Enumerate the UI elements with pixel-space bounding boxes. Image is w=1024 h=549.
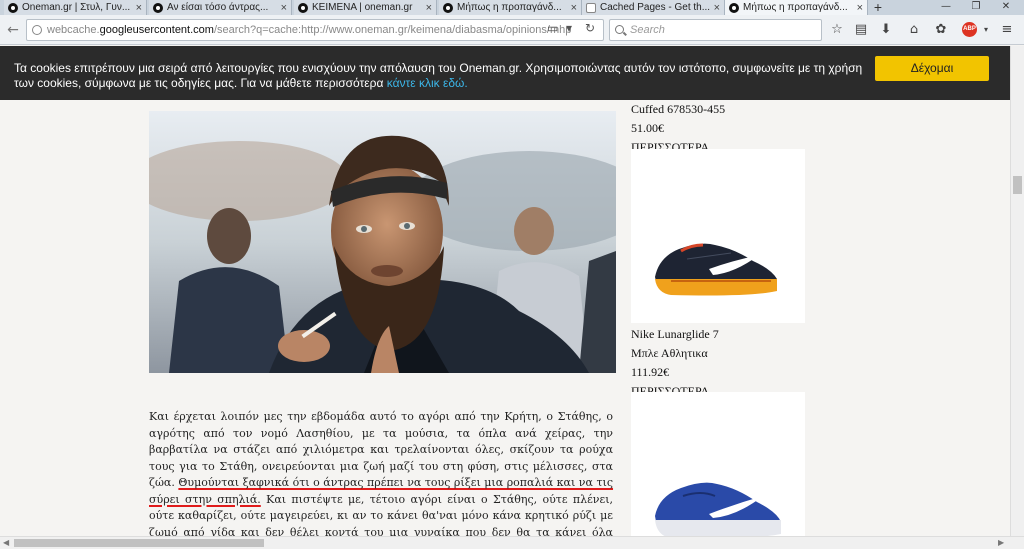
cache-page-icon [586, 2, 596, 13]
tab-5[interactable]: Cached Pages - Get th... × [582, 0, 725, 15]
navigation-toolbar: ← webcache.googleusercontent.com/search?… [0, 15, 1024, 45]
tab-title: Αν είσαι τόσο άντρας... [167, 2, 269, 13]
scrollbar-thumb[interactable] [14, 539, 264, 547]
tab-title: Cached Pages - Get th... [600, 2, 711, 13]
product-subtitle: Μπλε Αθλητικα [631, 346, 708, 360]
abp-dropdown-icon[interactable]: ▾ [978, 22, 994, 38]
tab-3[interactable]: ΚΕΙΜΕΝΑ | oneman.gr × [294, 0, 437, 15]
url-path: /search?q=cache:http://www.oneman.gr/kei… [213, 24, 572, 36]
vertical-scrollbar[interactable] [1010, 46, 1024, 536]
article-photo [149, 111, 616, 373]
oneman-icon [153, 2, 163, 13]
search-icon [615, 25, 624, 34]
url-prefix: webcache. [47, 24, 100, 36]
tab-strip: Oneman.gr | Στυλ, Γυν... × Αν είσαι τόσο… [0, 0, 1024, 15]
home-icon[interactable]: ⌂ [906, 22, 922, 38]
address-bar[interactable]: webcache.googleusercontent.com/search?q=… [26, 19, 604, 41]
cookie-policy-link[interactable]: κάντε κλικ εδώ. [387, 76, 468, 90]
minimize-icon[interactable]: — [931, 0, 961, 15]
article-body: Και έρχεται λοιπόν μες την εβδομάδα αυτό… [149, 409, 613, 536]
search-input[interactable]: Search [609, 19, 822, 41]
url-domain: googleusercontent.com [99, 24, 214, 36]
scroll-left-arrow-icon[interactable]: ◀ [3, 537, 9, 549]
close-tab-icon[interactable]: × [426, 2, 432, 14]
reader-view-icon[interactable]: ▭ [547, 21, 558, 35]
product-image-nike-lunarglide[interactable] [631, 149, 805, 323]
reload-icon[interactable]: ↻ [585, 21, 595, 35]
oneman-icon [729, 2, 739, 13]
product-name[interactable]: Cuffed 678530-455 [631, 100, 725, 119]
back-arrow-icon[interactable]: ← [4, 21, 22, 39]
oneman-icon [8, 2, 18, 13]
tab-1[interactable]: Oneman.gr | Στυλ, Γυν... × [4, 0, 147, 15]
sync-icon[interactable]: ✿ [933, 22, 949, 38]
oneman-icon [298, 2, 308, 13]
menu-hamburger-icon[interactable]: ≡ [999, 22, 1015, 38]
tab-2[interactable]: Αν είσαι τόσο άντρας... × [149, 0, 292, 15]
product-price: 111.92€ [631, 365, 670, 379]
oneman-icon [443, 2, 453, 13]
tab-title: ΚΕΙΜΕΝΑ | oneman.gr [312, 2, 413, 13]
search-placeholder: Search [630, 24, 665, 36]
scroll-right-arrow-icon[interactable]: ▶ [998, 537, 1004, 549]
product-name[interactable]: Nike Lunarglide 7 [631, 325, 719, 344]
tab-4[interactable]: Μήπως η προπαγάνδ... × [439, 0, 582, 15]
adblock-plus-icon[interactable]: ABP [962, 22, 977, 37]
new-tab-button[interactable]: + [871, 0, 885, 15]
accept-cookies-button[interactable]: Δέχομαι [875, 56, 989, 81]
close-tab-icon[interactable]: × [281, 2, 287, 14]
cookie-banner: Τα cookies επιτρέπουν μια σειρά από λειτ… [0, 46, 1010, 100]
product-price: 51.00€ [631, 121, 664, 135]
tab-6-active[interactable]: Μήπως η προπαγάνδ... × [725, 0, 868, 15]
tab-title: Μήπως η προπαγάνδ... [457, 2, 562, 13]
tab-title: Μήπως η προπαγάνδ... [743, 2, 848, 13]
close-tab-icon[interactable]: × [714, 2, 720, 14]
close-tab-icon[interactable]: × [571, 2, 577, 14]
close-window-icon[interactable]: ✕ [991, 0, 1021, 15]
close-tab-icon[interactable]: × [857, 2, 863, 14]
bookmarks-list-icon[interactable]: ▤ [853, 22, 869, 38]
product-image-blue-shoe[interactable] [631, 392, 805, 536]
dropdown-arrow-icon[interactable]: ▾ [566, 21, 572, 35]
site-info-icon[interactable] [32, 25, 42, 35]
bookmark-star-icon[interactable]: ☆ [829, 22, 845, 38]
page-viewport: Τα cookies επιτρέπουν μια σειρά από λειτ… [0, 46, 1010, 536]
download-icon[interactable]: ⬇ [878, 22, 894, 38]
restore-icon[interactable]: ❐ [961, 0, 991, 15]
scrollbar-thumb[interactable] [1013, 176, 1022, 194]
horizontal-scrollbar[interactable]: ◀ ▶ [0, 536, 1024, 549]
tab-title: Oneman.gr | Στυλ, Γυν... [22, 2, 131, 13]
cookie-message: Τα cookies επιτρέπουν μια σειρά από λειτ… [14, 61, 864, 91]
close-tab-icon[interactable]: × [136, 2, 142, 14]
